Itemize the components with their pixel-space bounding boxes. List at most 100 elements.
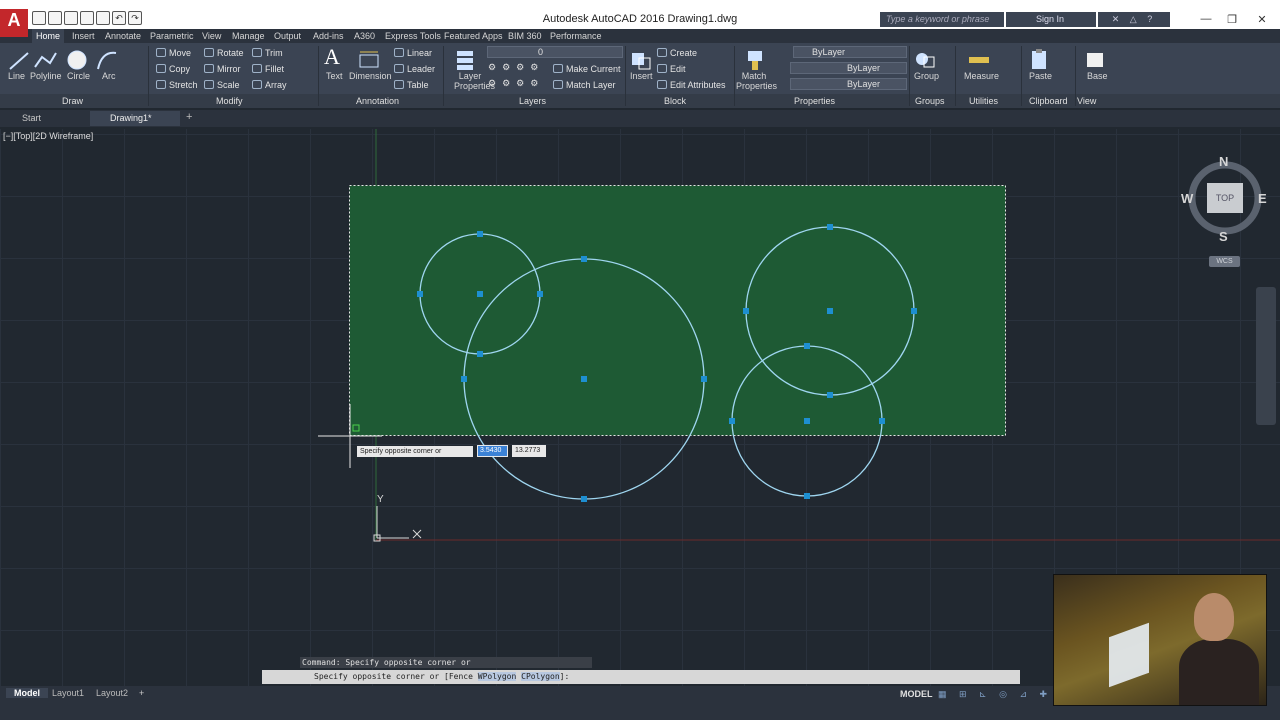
- status-toggle-icons[interactable]: ▦ ⊞ ⊾ ◎ ⊿ ✚: [938, 689, 1052, 700]
- arc-icon[interactable]: [94, 47, 120, 73]
- command-option-fence[interactable]: Fence: [449, 672, 473, 681]
- panel-title-annotation[interactable]: Annotation: [356, 96, 399, 106]
- grip[interactable]: [743, 308, 749, 314]
- sign-in-button[interactable]: Sign In: [1006, 12, 1096, 27]
- circle-icon[interactable]: [64, 47, 90, 73]
- navigation-bar[interactable]: [1256, 287, 1276, 425]
- grip[interactable]: [804, 343, 810, 349]
- line-icon[interactable]: [6, 47, 32, 73]
- tab-featured-apps[interactable]: Featured Apps: [440, 29, 507, 43]
- base-label[interactable]: Base: [1087, 71, 1108, 81]
- mirror-button[interactable]: Mirror: [204, 64, 241, 74]
- match-layer-button[interactable]: Match Layer: [553, 80, 616, 90]
- grip[interactable]: [417, 291, 423, 297]
- file-tab-start[interactable]: Start: [2, 111, 88, 126]
- insert-label[interactable]: Insert: [630, 71, 653, 81]
- arc-tool-label[interactable]: Arc: [102, 71, 116, 81]
- tab-output[interactable]: Output: [270, 29, 305, 43]
- tab-manage[interactable]: Manage: [228, 29, 269, 43]
- tab-parametric[interactable]: Parametric: [146, 29, 198, 43]
- tab-add-ins[interactable]: Add-ins: [309, 29, 348, 43]
- grip[interactable]: [827, 308, 833, 314]
- group-label[interactable]: Group: [914, 71, 939, 81]
- grip[interactable]: [804, 493, 810, 499]
- grip[interactable]: [827, 224, 833, 230]
- dynamic-input-x[interactable]: 3.5430: [477, 445, 508, 457]
- measure-icon[interactable]: [966, 47, 992, 73]
- move-button[interactable]: Move: [156, 48, 191, 58]
- paste-icon[interactable]: [1026, 47, 1052, 73]
- layer-tool-icons-2[interactable]: ⚙⚙⚙⚙: [488, 78, 544, 89]
- grip[interactable]: [729, 418, 735, 424]
- circle-tool-label[interactable]: Circle: [67, 71, 90, 81]
- grip[interactable]: [581, 496, 587, 502]
- line-tool-label[interactable]: Line: [8, 71, 25, 81]
- wcs-menu[interactable]: WCS: [1209, 256, 1240, 267]
- layout-tab-layout1[interactable]: Layout1: [52, 688, 84, 698]
- layer-tool-icons[interactable]: ⚙⚙⚙⚙: [488, 62, 544, 73]
- copy-button[interactable]: Copy: [156, 64, 190, 74]
- insert-block-icon[interactable]: [628, 47, 654, 73]
- trim-button[interactable]: Trim: [252, 48, 283, 58]
- grip[interactable]: [879, 418, 885, 424]
- layout-tab-layout2[interactable]: Layout2: [96, 688, 128, 698]
- scale-button[interactable]: Scale: [204, 80, 240, 90]
- command-input[interactable]: Specify opposite corner or [Fence WPolyg…: [262, 670, 1020, 684]
- dynamic-input-y[interactable]: 13.2773: [512, 445, 546, 457]
- info-center-icons[interactable]: ✕ △ ?: [1098, 12, 1170, 27]
- panel-title-groups[interactable]: Groups: [915, 96, 945, 106]
- command-option-cpolygon[interactable]: CPolygon: [521, 672, 560, 681]
- match-properties-label[interactable]: Match Properties: [736, 71, 777, 91]
- panel-title-view[interactable]: View: [1077, 96, 1096, 106]
- tab-annotate[interactable]: Annotate: [101, 29, 145, 43]
- grip[interactable]: [537, 291, 543, 297]
- stretch-button[interactable]: Stretch: [156, 80, 198, 90]
- panel-title-draw[interactable]: Draw: [62, 96, 83, 106]
- tab-express-tools[interactable]: Express Tools: [381, 29, 445, 43]
- tab-insert[interactable]: Insert: [68, 29, 99, 43]
- layer-dropdown[interactable]: 0: [487, 46, 623, 58]
- group-icon[interactable]: [912, 47, 938, 73]
- new-tab-icon[interactable]: +: [186, 111, 192, 123]
- model-space-button[interactable]: MODEL: [900, 689, 933, 699]
- panel-title-utilities[interactable]: Utilities: [969, 96, 998, 106]
- application-menu-button[interactable]: A: [0, 9, 28, 37]
- array-button[interactable]: Array: [252, 80, 287, 90]
- grip[interactable]: [477, 231, 483, 237]
- panel-title-block[interactable]: Block: [664, 96, 686, 106]
- tab-home[interactable]: Home: [32, 29, 65, 43]
- lineweight-dropdown[interactable]: ByLayer: [790, 78, 907, 90]
- compass-west[interactable]: W: [1181, 191, 1193, 206]
- minimize-icon[interactable]: —: [1196, 13, 1216, 25]
- linetype-dropdown[interactable]: ByLayer: [790, 62, 907, 74]
- text-tool-label[interactable]: Text: [326, 71, 343, 81]
- dynamic-input-x-value[interactable]: 3.5430: [478, 446, 507, 456]
- panel-title-clipboard[interactable]: Clipboard: [1029, 96, 1068, 106]
- layout-tab-model[interactable]: Model: [6, 688, 48, 698]
- search-input[interactable]: Type a keyword or phrase: [880, 12, 1004, 27]
- panel-title-properties[interactable]: Properties: [794, 96, 835, 106]
- panel-title-layers[interactable]: Layers: [519, 96, 546, 106]
- dimension-tool-label[interactable]: Dimension: [349, 71, 392, 81]
- measure-label[interactable]: Measure: [964, 71, 999, 81]
- compass-north[interactable]: N: [1219, 154, 1228, 169]
- base-view-icon[interactable]: [1082, 47, 1108, 73]
- panel-title-modify[interactable]: Modify: [216, 96, 243, 106]
- grip[interactable]: [911, 308, 917, 314]
- create-block-button[interactable]: Create: [657, 48, 697, 58]
- tab-performance[interactable]: Performance: [546, 29, 606, 43]
- polyline-icon[interactable]: [32, 47, 58, 73]
- dimension-icon[interactable]: [356, 47, 382, 73]
- fillet-button[interactable]: Fillet: [252, 64, 284, 74]
- grip[interactable]: [461, 376, 467, 382]
- file-tab-drawing1[interactable]: Drawing1*: [90, 111, 180, 126]
- table-button[interactable]: Table: [394, 80, 429, 90]
- edit-attributes-button[interactable]: Edit Attributes: [657, 80, 726, 90]
- leader-button[interactable]: Leader: [394, 64, 435, 74]
- layer-properties-label[interactable]: Layer Properties: [454, 71, 495, 91]
- add-layout-icon[interactable]: +: [139, 688, 144, 698]
- rotate-button[interactable]: Rotate: [204, 48, 244, 58]
- close-icon[interactable]: ✕: [1252, 13, 1272, 26]
- grip[interactable]: [477, 291, 483, 297]
- viewcube-top-face[interactable]: TOP: [1207, 183, 1243, 213]
